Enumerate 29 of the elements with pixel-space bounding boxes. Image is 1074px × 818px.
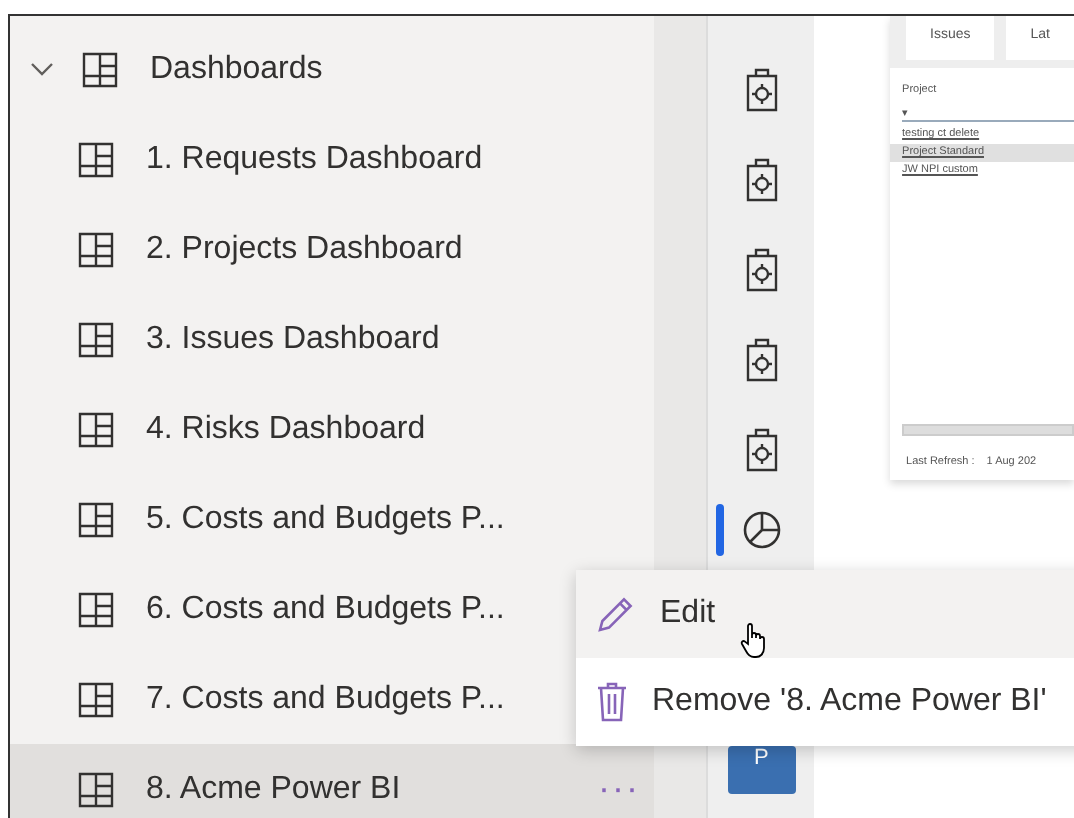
clipboard-gear-icon[interactable] xyxy=(745,427,778,471)
scrollbar[interactable] xyxy=(902,424,1074,436)
dashboard-icon xyxy=(78,411,114,447)
dashboard-icon xyxy=(82,51,118,87)
clipboard-gear-icon[interactable] xyxy=(745,247,778,291)
pie-chart-icon[interactable] xyxy=(741,510,782,550)
dashboard-icon xyxy=(78,501,114,537)
clipboard-gear-icon[interactable] xyxy=(745,157,778,201)
clipboard-gear-icon[interactable] xyxy=(745,67,778,111)
app-tile[interactable]: P xyxy=(727,746,796,794)
nav-group-label[interactable]: Dashboards xyxy=(150,51,323,87)
dashboard-icon xyxy=(78,321,114,357)
hand-cursor-icon xyxy=(740,622,768,658)
trash-icon xyxy=(596,682,628,722)
nav-item[interactable]: 5. Costs and Budgets P... xyxy=(10,474,655,564)
pencil-icon xyxy=(596,594,636,634)
dashboard-icon xyxy=(78,141,114,177)
dashboard-icon xyxy=(78,231,114,267)
dashboard-icon xyxy=(78,681,114,717)
nav-item[interactable]: 4. Risks Dashboard xyxy=(10,384,655,474)
menu-item[interactable]: Remove '8. Acme Power BI' xyxy=(576,658,1074,746)
dashboard-icon xyxy=(78,771,114,807)
nav-item[interactable]: 8. Acme Power BI ··· xyxy=(10,744,655,818)
nav-item[interactable]: 3. Issues Dashboard xyxy=(10,294,655,384)
dashboard-icon xyxy=(78,591,114,627)
nav-item[interactable]: 1. Requests Dashboard xyxy=(10,114,655,204)
menu-item[interactable]: Edit xyxy=(576,570,1074,658)
clipboard-gear-icon[interactable] xyxy=(745,337,778,381)
nav-item[interactable]: 2. Projects Dashboard xyxy=(10,204,655,294)
